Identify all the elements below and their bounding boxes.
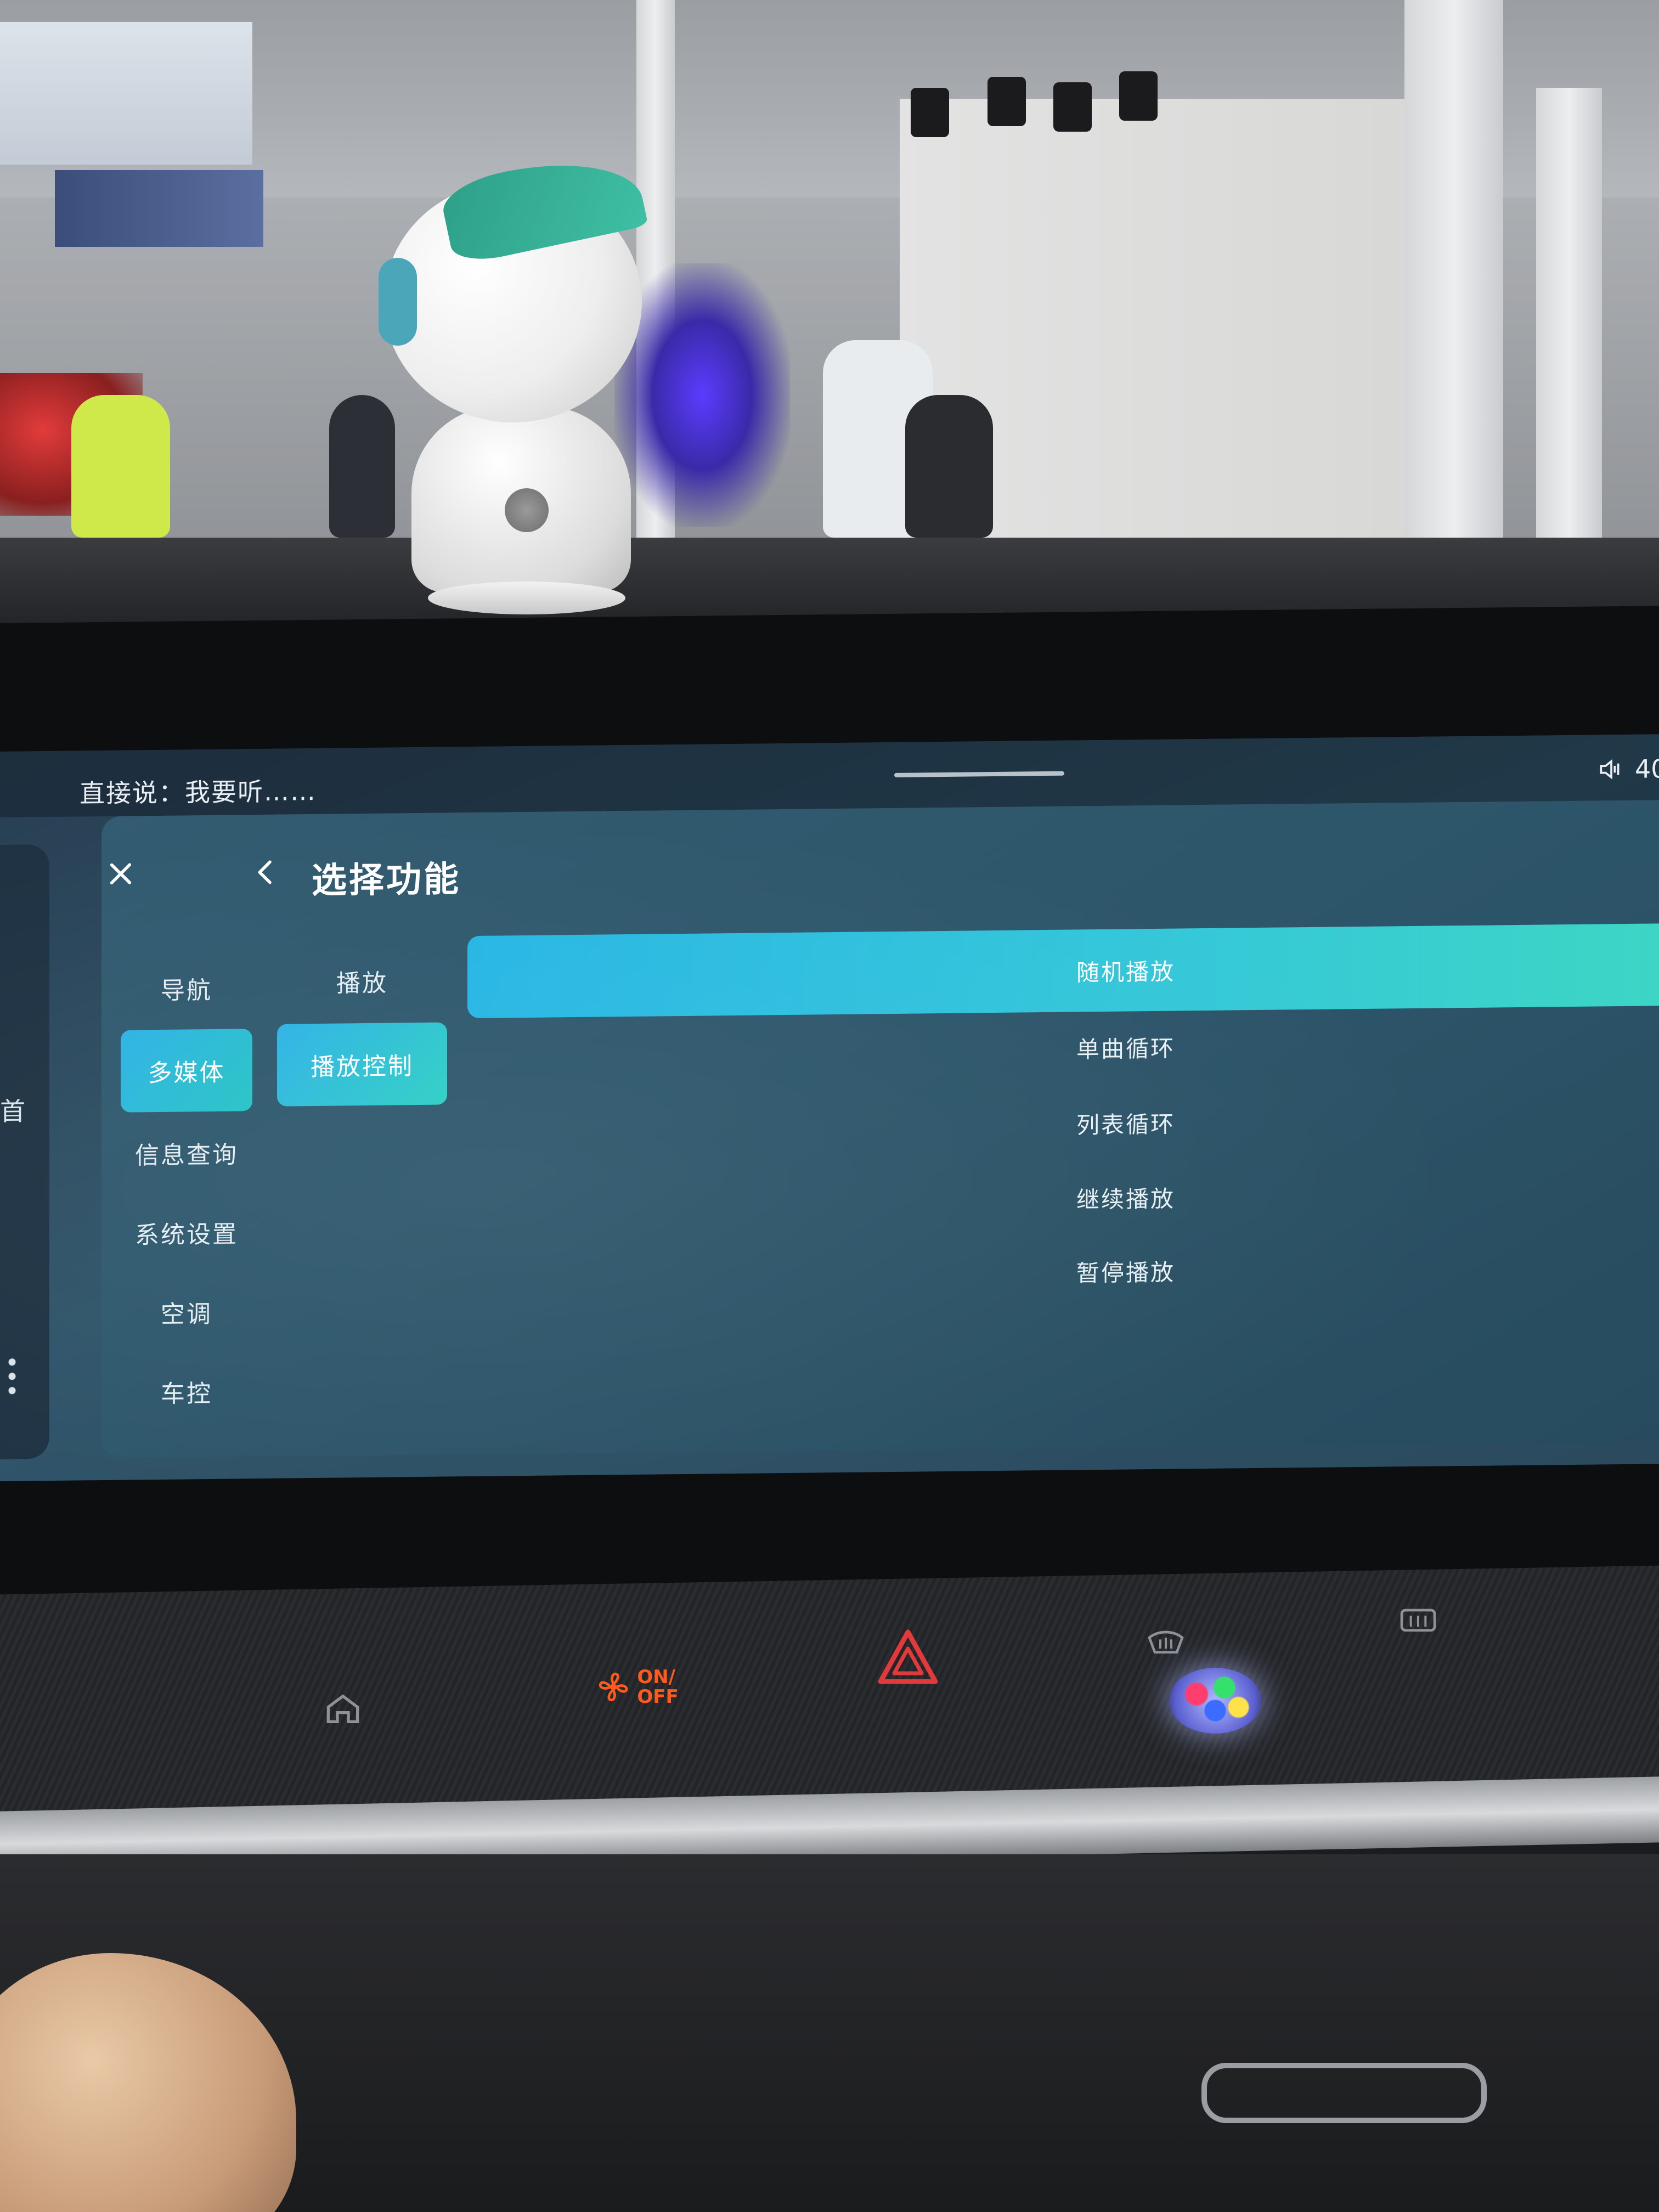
chevron-left-icon bbox=[258, 860, 272, 884]
category-item[interactable]: 空调 bbox=[121, 1270, 252, 1354]
left-dock: 首 bbox=[0, 844, 49, 1459]
status-value: 40 bbox=[1635, 754, 1659, 784]
air-vent[interactable] bbox=[1201, 2063, 1487, 2123]
category-label: 信息查询 bbox=[135, 1141, 238, 1170]
spotlight bbox=[1119, 71, 1158, 121]
home-button[interactable] bbox=[318, 1684, 368, 1734]
category-item[interactable]: 信息查询 bbox=[121, 1111, 252, 1195]
booth-sign bbox=[55, 170, 263, 247]
option-label: 暂停播放 bbox=[1076, 1259, 1176, 1286]
ambient-light-button[interactable] bbox=[1169, 1668, 1262, 1734]
status-right: 40 bbox=[1596, 754, 1659, 784]
pillar bbox=[1404, 0, 1503, 549]
spotlight bbox=[1053, 82, 1092, 132]
person bbox=[329, 395, 395, 538]
category-item[interactable]: 车控 bbox=[121, 1350, 252, 1434]
voice-hint: 直接说：我要听…… bbox=[80, 776, 317, 809]
close-button[interactable] bbox=[101, 854, 140, 893]
subcategory-label: 播放控制 bbox=[311, 1052, 414, 1082]
option-label: 随机播放 bbox=[1076, 958, 1176, 986]
option-label: 列表循环 bbox=[1076, 1110, 1176, 1138]
dock-label: 首 bbox=[0, 1096, 25, 1126]
fan-toggle-button[interactable]: ON/ OFF bbox=[592, 1662, 680, 1712]
spotlight bbox=[988, 77, 1026, 126]
hazard-button[interactable] bbox=[872, 1624, 944, 1690]
infotainment-screen: 直接说：我要听…… 40 首 选择功能 导航 多媒体 信息查询 系统设置 空调 … bbox=[0, 734, 1659, 1481]
rear-defrost-button[interactable] bbox=[1393, 1602, 1443, 1640]
front-defrost-icon bbox=[1148, 1630, 1184, 1654]
fan-label-line: OFF bbox=[637, 1686, 679, 1708]
mascot-base bbox=[428, 582, 625, 614]
home-icon bbox=[326, 1694, 359, 1723]
category-label: 系统设置 bbox=[135, 1220, 238, 1250]
category-label: 空调 bbox=[161, 1300, 212, 1329]
hazard-icon bbox=[878, 1629, 938, 1684]
option-label: 继续播放 bbox=[1076, 1185, 1176, 1213]
person bbox=[905, 395, 993, 538]
rear-defrost-icon bbox=[1400, 1609, 1436, 1632]
fan-toggle-label: ON/ OFF bbox=[637, 1667, 678, 1707]
booth-left bbox=[0, 22, 252, 165]
close-icon bbox=[110, 863, 132, 885]
subcategory-item[interactable]: 播放 bbox=[277, 939, 447, 1023]
category-item[interactable]: 多媒体 bbox=[121, 1029, 252, 1113]
page-title: 选择功能 bbox=[312, 859, 461, 902]
pillar bbox=[1536, 88, 1602, 549]
front-defrost-button[interactable] bbox=[1141, 1624, 1190, 1662]
fan-icon bbox=[599, 1672, 628, 1702]
photo-scene: 直接说：我要听…… 40 首 选择功能 导航 多媒体 信息查询 系统设置 空调 … bbox=[0, 0, 1659, 2212]
mascot-ear bbox=[379, 258, 417, 346]
category-label: 多媒体 bbox=[148, 1058, 225, 1088]
speaker-icon bbox=[1600, 759, 1620, 780]
person bbox=[71, 395, 170, 538]
subcategory-item[interactable]: 播放控制 bbox=[277, 1022, 447, 1107]
category-item[interactable]: 系统设置 bbox=[121, 1190, 252, 1274]
pull-down-handle[interactable] bbox=[894, 771, 1064, 777]
back-button[interactable] bbox=[247, 853, 285, 892]
subcategory-label: 播放 bbox=[336, 969, 388, 998]
mascot-button bbox=[505, 488, 549, 532]
spotlight bbox=[911, 88, 949, 137]
option-label: 单曲循环 bbox=[1076, 1035, 1176, 1063]
apps-icon[interactable] bbox=[5, 1355, 19, 1399]
category-label: 导航 bbox=[161, 976, 212, 1005]
category-item[interactable]: 导航 bbox=[121, 946, 252, 1030]
showroom-background bbox=[0, 0, 1659, 571]
option-item[interactable]: 暂停播放 bbox=[467, 1224, 1659, 1319]
fan-label-line: ON/ bbox=[637, 1666, 676, 1688]
category-label: 车控 bbox=[161, 1379, 212, 1408]
